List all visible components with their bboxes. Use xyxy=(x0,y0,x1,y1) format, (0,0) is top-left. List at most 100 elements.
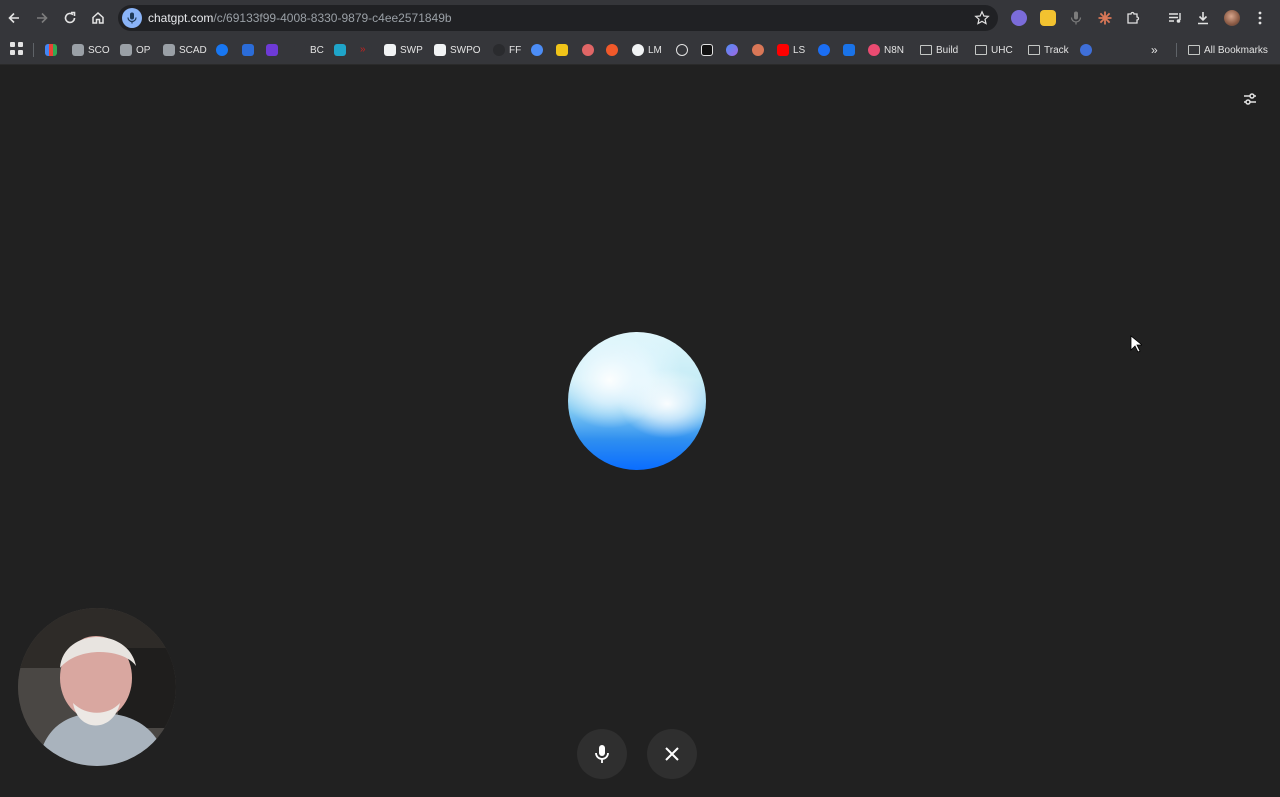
bookmark-star-icon[interactable] xyxy=(974,10,990,26)
gemini-icon xyxy=(726,44,738,56)
extension-yellow-icon[interactable] xyxy=(1040,10,1056,26)
dark-app-icon xyxy=(701,44,713,56)
claude-icon xyxy=(752,44,764,56)
bookmark-sco[interactable]: SCO xyxy=(72,41,110,59)
back-button[interactable] xyxy=(2,6,26,30)
back-arrow-icon xyxy=(8,12,19,24)
folder-icon xyxy=(920,45,932,55)
reload-button[interactable] xyxy=(58,6,82,30)
media-controls-icon[interactable] xyxy=(1167,10,1183,26)
url-text: chatgpt.com/c/69133f99-4008-8330-9879-c4… xyxy=(148,11,452,25)
bookmark-n[interactable] xyxy=(334,41,346,59)
swp-icon xyxy=(434,44,446,56)
address-bar[interactable]: chatgpt.com/c/69133f99-4008-8330-9879-c4… xyxy=(118,5,998,31)
claude-icon[interactable] xyxy=(1097,10,1113,26)
bookmark-scad[interactable]: SCAD xyxy=(163,41,207,59)
bookmark-bubble[interactable] xyxy=(531,41,543,59)
bookmark-ff[interactable]: FF xyxy=(493,41,521,59)
apps-grid-icon[interactable] xyxy=(10,42,23,55)
bookmarks-bar: SCO OP SCAD BC » SWP SWPO FF LM LS N8N B… xyxy=(0,36,1280,65)
bookmark-label: FF xyxy=(509,44,522,56)
reload-icon xyxy=(64,11,76,24)
bookmark-label: N8N xyxy=(884,44,905,56)
bookmark-swp[interactable]: SWP xyxy=(384,41,423,59)
end-voice-button[interactable] xyxy=(647,729,697,779)
bookmark-label: SWP xyxy=(400,44,423,56)
lm-icon xyxy=(632,44,644,56)
bookmark-facebook[interactable] xyxy=(216,41,228,59)
bookmark-op[interactable]: OP xyxy=(120,41,150,59)
blank-icon xyxy=(294,44,306,56)
bookmark-openai[interactable] xyxy=(676,41,688,59)
bookmarks-overflow[interactable]: » xyxy=(1151,41,1158,59)
yellow-app-icon xyxy=(556,44,568,56)
n-logo-icon xyxy=(334,44,346,56)
url-path: /c/69133f99-4008-8330-9879-c4ee2571849b xyxy=(213,11,452,25)
forward-button[interactable] xyxy=(30,6,54,30)
bookmark-label: Build xyxy=(936,44,959,56)
bookmark-label: SWPO xyxy=(450,44,481,56)
all-bookmarks-label: All Bookmarks xyxy=(1204,44,1268,56)
bookmark-label: UHC xyxy=(991,44,1013,56)
url-host: chatgpt.com xyxy=(148,11,214,25)
profile-avatar[interactable] xyxy=(1224,10,1240,26)
bookmark-ls[interactable]: LS xyxy=(777,41,805,59)
bookmark-bc[interactable]: BC xyxy=(294,41,324,59)
bookmark-label: Track xyxy=(1044,44,1069,56)
browser-toolbar: chatgpt.com/c/69133f99-4008-8330-9879-c4… xyxy=(0,0,1280,36)
bookmark-blue[interactable] xyxy=(843,41,855,59)
all-bookmarks[interactable]: All Bookmarks xyxy=(1188,41,1268,59)
bookmark-arrow[interactable]: » xyxy=(360,41,372,59)
bookmark-label: SCAD xyxy=(179,44,207,56)
bookmark-n8n[interactable]: N8N xyxy=(868,41,904,59)
close-icon xyxy=(665,747,679,761)
bookmark-folder-track[interactable]: Track xyxy=(1028,41,1069,59)
bookmark-folder-uhc[interactable]: UHC xyxy=(975,41,1013,59)
r-icon xyxy=(1080,44,1092,56)
bookmark-chat[interactable] xyxy=(266,41,278,59)
bookmark-yellow[interactable] xyxy=(556,41,568,59)
menu-dots-icon[interactable] xyxy=(1252,10,1268,26)
voice-orb xyxy=(568,332,706,470)
openai-icon xyxy=(676,44,688,56)
microphone-icon xyxy=(595,745,609,763)
gmail-icon xyxy=(45,44,57,56)
bookmark-r[interactable] xyxy=(1080,41,1092,59)
download-icon[interactable] xyxy=(1195,10,1211,26)
home-button[interactable] xyxy=(86,6,110,30)
bookmark-info[interactable] xyxy=(242,41,254,59)
u-icon xyxy=(818,44,830,56)
red-circle-icon xyxy=(582,44,594,56)
site-voice-badge[interactable] xyxy=(122,8,142,28)
red-chevron-icon: » xyxy=(360,44,372,56)
bookmark-label: LS xyxy=(793,44,806,56)
bookmark-dark[interactable] xyxy=(701,41,713,59)
home-icon xyxy=(92,11,104,24)
blue-app-icon xyxy=(843,44,855,56)
bookmark-label: OP xyxy=(136,44,151,56)
folder-icon xyxy=(1188,45,1200,55)
swp-icon xyxy=(384,44,396,56)
bookmark-red[interactable] xyxy=(582,41,594,59)
bookmarks-divider xyxy=(33,43,34,57)
bookmark-gemini[interactable] xyxy=(726,41,738,59)
folder-icon xyxy=(1028,45,1040,55)
bookmark-label: LM xyxy=(648,44,662,56)
bookmark-folder-build[interactable]: Build xyxy=(920,41,958,59)
speech-bubble-icon xyxy=(531,44,543,56)
bookmark-label: SCO xyxy=(88,44,110,56)
sliders-icon[interactable] xyxy=(1240,89,1260,109)
extension-purple-icon[interactable] xyxy=(1011,10,1027,26)
bookmark-lm[interactable]: LM xyxy=(632,41,662,59)
bookmark-gmail[interactable] xyxy=(45,41,57,59)
extensions-puzzle-icon[interactable] xyxy=(1125,10,1141,26)
person-silhouette-icon xyxy=(18,608,176,766)
bookmark-swpo[interactable]: SWPO xyxy=(434,41,481,59)
bookmark-claude[interactable] xyxy=(752,41,764,59)
microphone-icon[interactable] xyxy=(1068,10,1084,26)
microphone-button[interactable] xyxy=(577,729,627,779)
bookmark-u[interactable] xyxy=(818,41,830,59)
bookmark-cp[interactable] xyxy=(606,41,618,59)
bookmark-label: BC xyxy=(310,44,324,56)
tool-icon xyxy=(120,44,132,56)
